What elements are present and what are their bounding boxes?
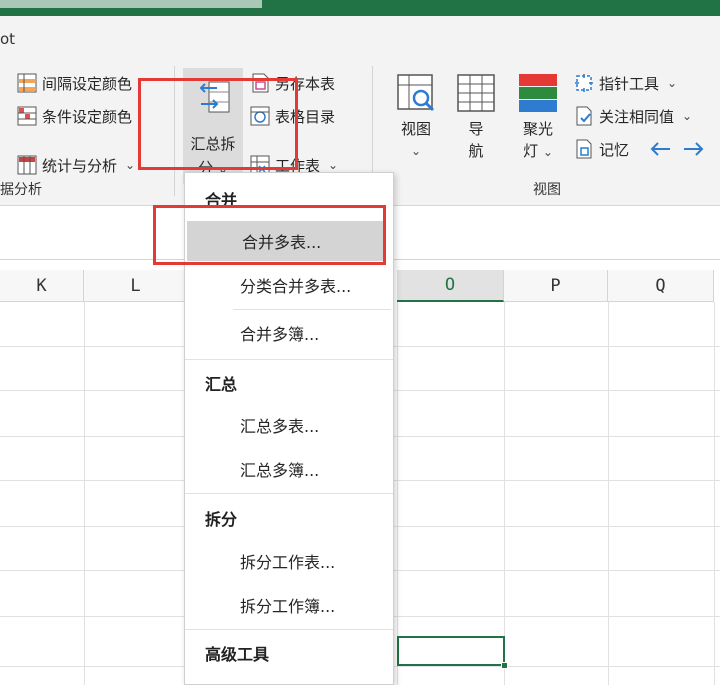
summary-split-button[interactable]: 汇总拆 分 ⌄ bbox=[183, 68, 243, 184]
watch-value-icon bbox=[576, 106, 592, 126]
pointer-tool-icon bbox=[575, 74, 593, 92]
navigation-button[interactable]: 导 航 bbox=[454, 72, 498, 162]
menu-item-label: 汇总多表... bbox=[240, 417, 320, 436]
menu-section-merge: 合并 bbox=[205, 191, 238, 210]
stats-analysis-button[interactable]: 统计与分析 ⌄ bbox=[16, 152, 135, 178]
menu-item-category-merge-sheets[interactable]: 分类合并多表... bbox=[185, 265, 393, 305]
menu-divider bbox=[233, 309, 391, 310]
navigation-label-line1: 导 bbox=[468, 120, 484, 138]
watch-same-value-label: 关注相同值 bbox=[599, 107, 675, 126]
column-header-label: L bbox=[130, 275, 141, 296]
chevron-down-icon: ⌄ bbox=[682, 109, 693, 123]
grid-column-line bbox=[714, 302, 715, 685]
chevron-down-icon: ⌄ bbox=[125, 158, 136, 172]
active-cell[interactable] bbox=[397, 636, 508, 669]
menu-divider bbox=[185, 359, 393, 360]
interval-color-label: 间隔设定颜色 bbox=[42, 74, 133, 93]
save-sheet-label: 另存本表 bbox=[275, 74, 336, 93]
column-header-p[interactable]: P bbox=[504, 270, 608, 302]
menu-section-summary: 汇总 bbox=[205, 375, 238, 394]
memory-label: 记忆 bbox=[599, 140, 630, 159]
stats-icon bbox=[17, 155, 37, 175]
condition-color-button[interactable]: 条件设定颜色 bbox=[16, 103, 132, 129]
pointer-tool-label: 指针工具 bbox=[599, 74, 660, 93]
view-button[interactable]: 视图 ⌄ bbox=[392, 72, 440, 162]
table-color-icon bbox=[17, 73, 37, 93]
menu-section-split: 拆分 bbox=[205, 510, 238, 529]
grid-column-line bbox=[84, 302, 85, 685]
group-label-view: 视图 bbox=[533, 182, 561, 198]
save-sheet-icon bbox=[252, 73, 269, 93]
pointer-tool-button[interactable]: 指针工具 ⌄ bbox=[573, 70, 677, 96]
table-directory-button[interactable]: 表格目录 bbox=[249, 103, 335, 129]
ribbon-tab-label[interactable]: ot bbox=[0, 30, 15, 48]
group-label-analysis: 据分析 bbox=[0, 182, 42, 198]
column-header-k[interactable]: K bbox=[0, 270, 84, 302]
menu-item-label: 分类合并多表... bbox=[240, 277, 352, 296]
group-separator bbox=[174, 66, 175, 196]
column-header-l[interactable]: L bbox=[84, 270, 188, 302]
column-header-label: Q bbox=[655, 275, 666, 296]
merge-split-icon bbox=[199, 81, 230, 113]
arrow-right-icon[interactable] bbox=[684, 142, 704, 156]
menu-divider bbox=[185, 629, 393, 630]
menu-item-summary-workbooks[interactable]: 汇总多簿... bbox=[185, 449, 393, 489]
column-header-o[interactable]: O bbox=[397, 270, 504, 302]
title-bar bbox=[0, 0, 720, 16]
menu-item-merge-sheets[interactable]: 合并多表... bbox=[187, 221, 383, 261]
watch-same-value-button[interactable]: 关注相同值 ⌄ bbox=[573, 103, 692, 129]
column-header-label: O bbox=[444, 275, 456, 295]
grid-column-line bbox=[397, 302, 398, 685]
spotlight-label-line2: 灯 bbox=[523, 142, 539, 160]
chevron-down-icon: ⌄ bbox=[542, 145, 553, 159]
menu-divider bbox=[185, 493, 393, 494]
table-directory-label: 表格目录 bbox=[275, 107, 336, 126]
menu-item-label: 拆分工作簿... bbox=[240, 597, 336, 616]
column-header-q[interactable]: Q bbox=[608, 270, 714, 302]
menu-item-split-worksheet[interactable]: 拆分工作表... bbox=[185, 541, 393, 581]
chevron-down-icon: ⌄ bbox=[667, 76, 678, 90]
summary-split-menu: 合并 合并多表... 分类合并多表... 合并多簿... 汇总 汇总多表... … bbox=[184, 172, 394, 685]
menu-item-label: 汇总多簿... bbox=[240, 461, 320, 480]
arrow-left-icon[interactable] bbox=[650, 142, 670, 156]
memory-button[interactable]: 记忆 bbox=[573, 136, 629, 162]
menu-item-label: 拆分工作表... bbox=[240, 553, 336, 572]
menu-item-label: 合并多表... bbox=[242, 233, 322, 252]
spotlight-button[interactable]: 聚光 灯 ⌄ bbox=[514, 72, 562, 163]
view-label: 视图 bbox=[400, 120, 431, 138]
condition-color-label: 条件设定颜色 bbox=[42, 107, 133, 126]
save-sheet-button[interactable]: 另存本表 bbox=[249, 70, 335, 96]
menu-section-advanced-tools: 高级工具 bbox=[205, 645, 270, 664]
navigation-label-line2: 航 bbox=[468, 142, 484, 160]
title-bar-tab bbox=[0, 0, 262, 8]
memory-icon bbox=[576, 139, 592, 159]
menu-item-merge-workbooks[interactable]: 合并多簿... bbox=[185, 313, 393, 353]
chevron-down-icon: ⌄ bbox=[410, 144, 422, 158]
menu-item-summary-sheets[interactable]: 汇总多表... bbox=[185, 405, 393, 445]
view-icon bbox=[397, 74, 435, 112]
summary-split-label-line1: 汇总拆 bbox=[190, 135, 236, 153]
spotlight-icon bbox=[519, 74, 557, 112]
navigation-icon bbox=[457, 74, 495, 112]
condition-table-icon bbox=[17, 106, 37, 126]
chevron-down-icon: ⌄ bbox=[328, 158, 339, 172]
grid-column-line bbox=[504, 302, 505, 685]
menu-item-split-workbook[interactable]: 拆分工作簿... bbox=[185, 585, 393, 625]
stats-analysis-label: 统计与分析 bbox=[42, 156, 118, 175]
column-header-label: P bbox=[550, 275, 561, 296]
grid-column-line bbox=[608, 302, 609, 685]
column-header-label: K bbox=[36, 275, 47, 296]
menu-item-label: 合并多簿... bbox=[240, 325, 320, 344]
spotlight-label-line1: 聚光 bbox=[522, 120, 553, 138]
interval-color-button[interactable]: 间隔设定颜色 bbox=[16, 70, 132, 96]
undo-redo-arrows bbox=[650, 142, 704, 156]
directory-icon bbox=[250, 106, 270, 126]
fill-handle[interactable] bbox=[501, 662, 508, 669]
